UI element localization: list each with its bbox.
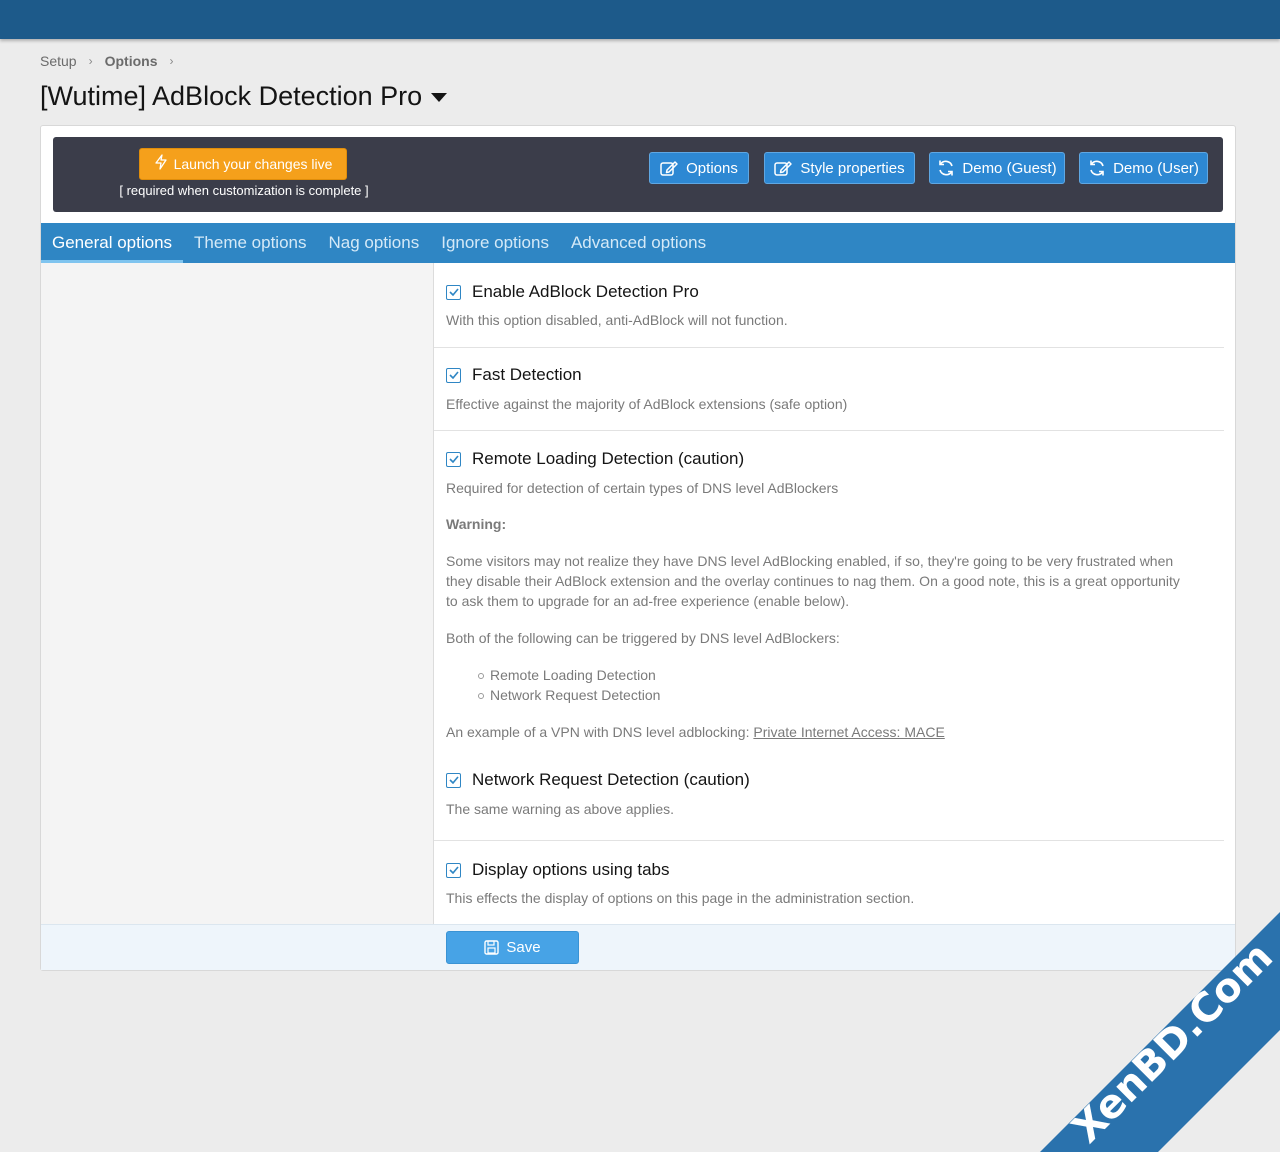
list-item: Network Request Detection <box>478 685 660 705</box>
warning-text-line-3: to ask them to upgrade for an ad-free ex… <box>446 593 850 609</box>
save-icon <box>484 940 500 955</box>
launch-note: [ required when customization is complet… <box>119 183 369 198</box>
enable-adblock-detection-hint: With this option disabled, anti-AdBlock … <box>446 312 788 328</box>
edit-icon <box>774 160 793 176</box>
chevron-right-icon: › <box>169 54 174 68</box>
demo-guest-label: Demo (Guest) <box>962 159 1057 177</box>
network-request-detection-checkbox[interactable] <box>446 772 461 788</box>
style-properties-button[interactable]: Style properties <box>764 152 915 184</box>
checkmark-icon <box>448 866 459 874</box>
option-row-remote: Remote Loading Detection (caution) Requi… <box>434 431 1224 751</box>
edit-icon <box>660 160 678 176</box>
fast-detection-checkbox[interactable] <box>446 367 461 383</box>
launch-banner: Launch your changes live [ required when… <box>53 137 1223 212</box>
warning-title: Warning: <box>446 516 507 532</box>
chevron-right-icon: › <box>88 54 93 68</box>
network-request-detection-label: Network Request Detection (caution) <box>472 770 750 789</box>
options-button-label: Options <box>686 159 738 177</box>
options-tabs: General options Theme options Nag option… <box>41 223 1235 263</box>
form-footer: Save <box>41 924 1235 970</box>
tab-theme-options[interactable]: Theme options <box>183 223 317 263</box>
fast-detection-hint: Effective against the majority of AdBloc… <box>446 396 848 412</box>
tab-nag-options[interactable]: Nag options <box>317 223 430 263</box>
breadcrumb: Setup › Options › <box>40 52 185 70</box>
breadcrumb-setup[interactable]: Setup <box>40 53 77 69</box>
display-using-tabs-label: Display options using tabs <box>472 860 670 879</box>
option-row-fast: Fast Detection Effective against the maj… <box>434 348 1224 431</box>
display-using-tabs-checkbox[interactable] <box>446 862 461 878</box>
page-title-menu[interactable]: [Wutime] AdBlock Detection Pro <box>40 78 448 114</box>
warning-text-line-2: they disable their AdBlock extension and… <box>446 573 1180 589</box>
vpn-example-text: An example of a VPN with DNS level adblo… <box>446 724 754 740</box>
enable-adblock-detection-checkbox[interactable] <box>446 284 461 300</box>
vpn-example: An example of a VPN with DNS level adblo… <box>446 722 1216 742</box>
checkmark-icon <box>448 371 459 379</box>
lightning-icon <box>154 154 168 174</box>
remote-loading-detection-label: Remote Loading Detection (caution) <box>472 449 745 468</box>
demo-guest-button[interactable]: Demo (Guest) <box>929 152 1065 184</box>
style-properties-label: Style properties <box>800 159 905 177</box>
refresh-icon <box>939 160 954 176</box>
options-panel: Launch your changes live [ required when… <box>40 125 1236 971</box>
remote-loading-detection-hint: Required for detection of certain types … <box>446 480 839 496</box>
list-item: Remote Loading Detection <box>478 665 660 685</box>
top-navigation-bar <box>0 0 1280 39</box>
checkmark-icon <box>448 776 459 784</box>
tab-ignore-options[interactable]: Ignore options <box>430 223 560 263</box>
warning-text-line-1: Some visitors may not realize they have … <box>446 553 1174 569</box>
demo-user-button[interactable]: Demo (User) <box>1079 152 1208 184</box>
network-request-detection-option[interactable]: Network Request Detection (caution) <box>446 770 750 790</box>
fast-detection-label: Fast Detection <box>472 365 582 384</box>
network-request-detection-hint: The same warning as above applies. <box>446 801 675 817</box>
option-row-enable: Enable AdBlock Detection Pro With this o… <box>434 263 1224 348</box>
remote-loading-detection-option[interactable]: Remote Loading Detection (caution) <box>446 449 744 469</box>
demo-user-label: Demo (User) <box>1113 159 1199 177</box>
launch-live-label: Launch your changes live <box>173 156 333 172</box>
dns-triggers-list: Remote Loading Detection Network Request… <box>478 665 660 705</box>
caret-down-icon[interactable] <box>431 92 448 102</box>
vpn-example-link[interactable]: Private Internet Access: MACE <box>753 724 944 740</box>
breadcrumb-options[interactable]: Options <box>105 53 158 69</box>
tab-advanced-options[interactable]: Advanced options <box>560 223 717 263</box>
tab-general-options[interactable]: General options <box>41 223 184 263</box>
display-using-tabs-hint: This effects the display of options on t… <box>446 890 915 906</box>
dns-triggers-text: Both of the following can be triggered b… <box>446 630 840 646</box>
checkmark-icon <box>448 455 459 463</box>
refresh-icon <box>1090 160 1104 176</box>
enable-adblock-detection-label: Enable AdBlock Detection Pro <box>472 282 699 301</box>
enable-adblock-detection-option[interactable]: Enable AdBlock Detection Pro <box>446 282 699 302</box>
display-using-tabs-option[interactable]: Display options using tabs <box>446 860 670 880</box>
page-title: [Wutime] AdBlock Detection Pro <box>40 80 423 111</box>
remote-loading-detection-checkbox[interactable] <box>446 451 461 467</box>
launch-live-button[interactable]: Launch your changes live <box>139 148 347 180</box>
checkmark-icon <box>448 288 459 296</box>
fast-detection-option[interactable]: Fast Detection <box>446 365 582 385</box>
option-row-tabs: Display options using tabs This effects … <box>434 841 1224 924</box>
save-button-label: Save <box>506 939 541 956</box>
label-column <box>41 263 434 924</box>
option-row-network: Network Request Detection (caution) The … <box>434 751 1224 841</box>
save-button[interactable]: Save <box>446 931 579 964</box>
options-button[interactable]: Options <box>649 152 749 184</box>
